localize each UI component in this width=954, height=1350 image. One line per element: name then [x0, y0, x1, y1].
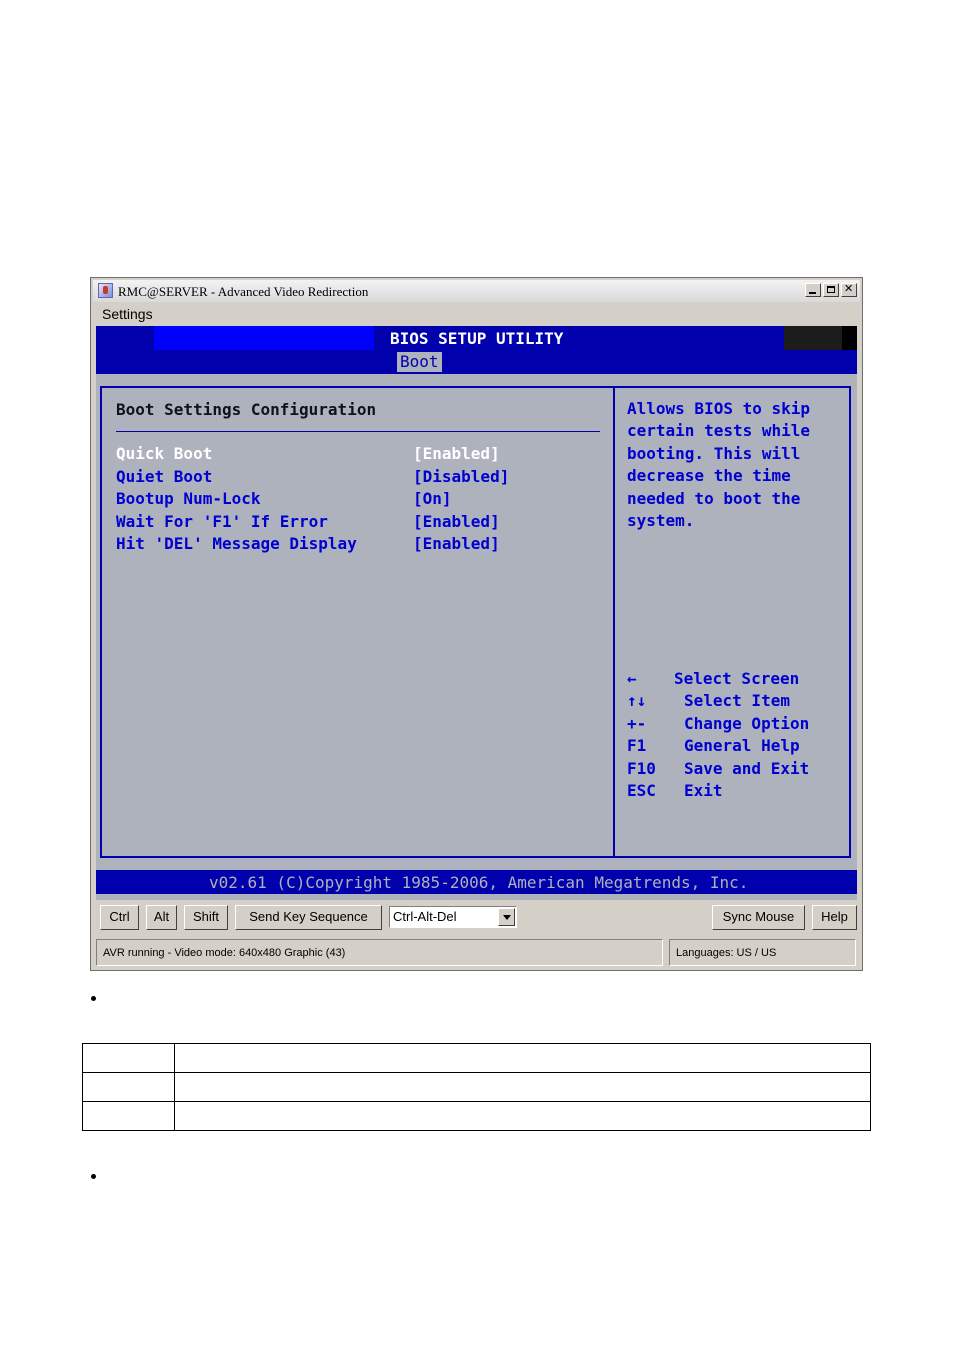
key-desc-general-help: General Help	[684, 736, 800, 755]
key-desc-select-item: Select Item	[684, 691, 790, 710]
settings-panel: Boot Settings Configuration Quick Boot […	[100, 386, 615, 858]
option-hit-del-message[interactable]: Hit 'DEL' Message Display	[116, 534, 357, 553]
language-status: Languages: US / US	[676, 947, 777, 959]
bios-header: BIOS SETUP UTILITY	[96, 326, 857, 350]
key-desc-exit: Exit	[684, 781, 723, 800]
key-desc-save-exit: Save and Exit	[684, 759, 810, 778]
value-hit-del-message[interactable]: [Enabled]	[413, 534, 500, 553]
value-bootup-num-lock[interactable]: [On]	[413, 489, 452, 508]
help-text-line: Allows BIOS to skip	[627, 399, 811, 418]
help-text-line: system.	[627, 511, 695, 530]
option-wait-for-f1[interactable]: Wait For 'F1' If Error	[116, 512, 328, 531]
status-bar-right: Languages: US / US	[669, 939, 856, 966]
menu-bar: Settings	[93, 304, 860, 324]
ctrl-button[interactable]: Ctrl	[100, 905, 139, 930]
status-text: AVR running - Video mode: 640x480 Graphi…	[103, 947, 346, 959]
menu-settings[interactable]: Settings	[102, 306, 153, 322]
left-arrow-key: ←	[627, 669, 637, 688]
table-row	[82, 1101, 871, 1131]
title-bar[interactable]: RMC@SERVER - Advanced Video Redirection	[93, 280, 860, 302]
option-quiet-boot[interactable]: Quiet Boot	[116, 467, 212, 486]
avr-window: RMC@SERVER - Advanced Video Redirection …	[90, 277, 863, 971]
document-table	[82, 1043, 871, 1131]
key-desc-select-screen: Select Screen	[674, 669, 800, 688]
close-button[interactable]	[841, 282, 857, 297]
alt-button[interactable]: Alt	[146, 905, 177, 930]
bios-utility-title: BIOS SETUP UTILITY	[390, 329, 564, 348]
bios-tab-bar: Boot	[96, 350, 857, 374]
copyright-text: v02.61 (C)Copyright 1985-2006, American …	[209, 873, 749, 892]
section-title: Boot Settings Configuration	[116, 400, 377, 419]
help-text-line: certain tests while	[627, 421, 811, 440]
plus-minus-key: +-	[627, 714, 647, 733]
table-row	[82, 1072, 871, 1102]
bios-screen[interactable]: BIOS SETUP UTILITY Boot Boot Settings Co…	[96, 326, 857, 900]
bullet-point	[91, 996, 96, 1001]
option-quick-boot[interactable]: Quick Boot	[116, 444, 212, 463]
chevron-down-icon[interactable]	[498, 908, 515, 926]
key-sequence-select[interactable]: Ctrl-Alt-Del	[389, 906, 517, 928]
help-text-line: booting. This will	[627, 444, 801, 463]
key-desc-change-option: Change Option	[684, 714, 810, 733]
minimize-button[interactable]	[805, 283, 821, 297]
java-app-icon	[98, 283, 113, 298]
maximize-button[interactable]	[823, 283, 839, 297]
status-bar-left: AVR running - Video mode: 640x480 Graphi…	[96, 939, 663, 966]
shift-button[interactable]: Shift	[184, 905, 228, 930]
help-button[interactable]: Help	[812, 905, 857, 930]
f1-key: F1	[627, 736, 647, 755]
help-text-line: decrease the time	[627, 466, 791, 485]
option-bootup-num-lock[interactable]: Bootup Num-Lock	[116, 489, 261, 508]
f10-key: F10	[627, 759, 656, 778]
window-title: RMC@SERVER - Advanced Video Redirection	[118, 284, 369, 299]
window-controls	[805, 282, 857, 297]
section-divider	[116, 431, 600, 432]
key-sequence-value: Ctrl-Alt-Del	[393, 909, 457, 924]
help-panel: Allows BIOS to skip certain tests while …	[613, 386, 851, 858]
bios-footer: v02.61 (C)Copyright 1985-2006, American …	[96, 870, 857, 894]
up-down-arrow-key: ↑↓	[627, 691, 647, 710]
bullet-point	[91, 1174, 96, 1179]
value-wait-for-f1[interactable]: [Enabled]	[413, 512, 500, 531]
tab-boot[interactable]: Boot	[397, 352, 442, 372]
value-quick-boot[interactable]: [Enabled]	[413, 444, 500, 463]
send-key-sequence-button[interactable]: Send Key Sequence	[235, 905, 382, 930]
sync-mouse-button[interactable]: Sync Mouse	[712, 905, 805, 930]
table-row	[82, 1043, 871, 1073]
value-quiet-boot[interactable]: [Disabled]	[413, 467, 509, 486]
esc-key: ESC	[627, 781, 656, 800]
help-text-line: needed to boot the	[627, 489, 801, 508]
